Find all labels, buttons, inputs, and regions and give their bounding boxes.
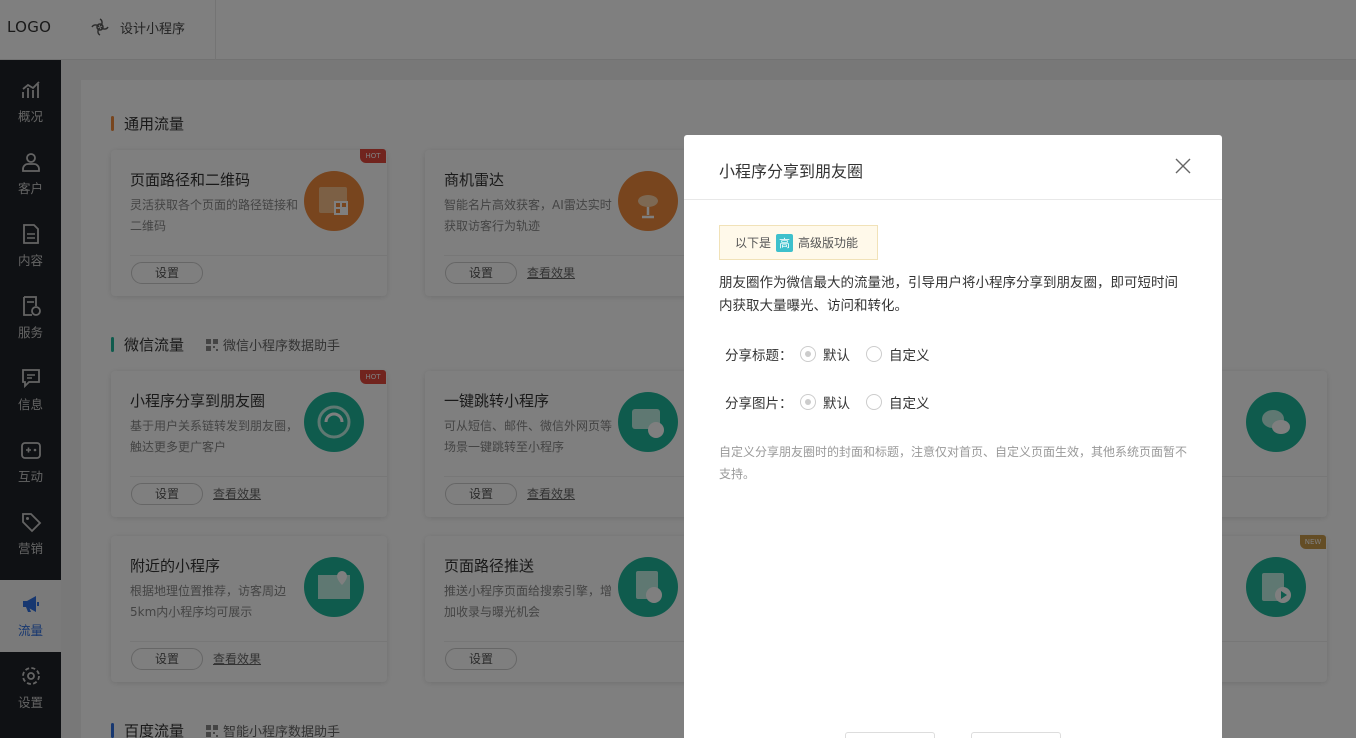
premium-feature-tip: 以下是 高 高级版功能 (719, 225, 878, 260)
share-image-default-option[interactable]: 默认 (800, 392, 850, 412)
dialog-header: 小程序分享到朋友圈 (684, 135, 1222, 200)
share-title-row: 分享标题： 默认 自定义 (725, 344, 946, 364)
tip-prefix: 以下是 (735, 236, 772, 250)
option-label: 自定义 (889, 396, 930, 412)
radio-button[interactable] (800, 346, 816, 362)
save-button[interactable] (971, 732, 1061, 738)
option-label: 默认 (823, 348, 850, 364)
share-to-moments-dialog: 小程序分享到朋友圈 以下是 高 高级版功能 朋友圈作为微信最大的流量池，引导用户… (684, 135, 1222, 738)
share-title-label: 分享标题： (725, 348, 793, 364)
cancel-button[interactable] (845, 732, 935, 738)
share-title-default-option[interactable]: 默认 (800, 344, 850, 364)
option-label: 自定义 (889, 348, 930, 364)
radio-button[interactable] (866, 394, 882, 410)
radio-button[interactable] (800, 394, 816, 410)
dialog-description: 朋友圈作为微信最大的流量池，引导用户将小程序分享到朋友圈，即可短时间内获取大量曝… (719, 275, 1178, 314)
share-title-custom-option[interactable]: 自定义 (866, 344, 930, 364)
dialog-title: 小程序分享到朋友圈 (719, 162, 864, 181)
share-image-custom-option[interactable]: 自定义 (866, 392, 930, 412)
option-label: 默认 (823, 396, 850, 412)
radio-button[interactable] (866, 346, 882, 362)
close-icon[interactable] (1174, 157, 1192, 175)
share-image-row: 分享图片： 默认 自定义 (725, 392, 946, 412)
share-image-label: 分享图片： (725, 396, 793, 412)
tip-suffix: 高级版功能 (798, 236, 859, 250)
dialog-note: 自定义分享朋友圈时的封面和标题，注意仅对首页、自定义页面生效，其他系统页面暂不支… (719, 445, 1188, 481)
premium-badge: 高 (776, 233, 794, 252)
